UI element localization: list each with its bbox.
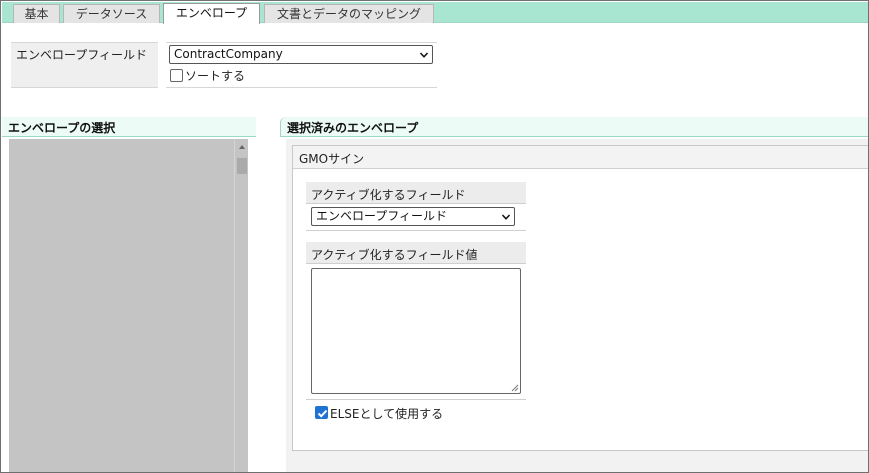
checkmark-icon bbox=[317, 409, 328, 418]
scrollbar-thumb[interactable] bbox=[237, 158, 247, 174]
envelope-selection-header: エンベロープの選択 bbox=[2, 117, 256, 137]
divider bbox=[306, 399, 526, 400]
use-as-else-label: ELSEとして使用する bbox=[330, 407, 444, 421]
selected-envelopes-header: 選択済みのエンベロープ bbox=[280, 117, 868, 137]
scroll-up-arrow-icon[interactable] bbox=[237, 142, 247, 152]
envelope-settings-window: 基本 データソース エンベロープ 文書とデータのマッピング エンベロープフィール… bbox=[0, 0, 869, 473]
tab-strip: 基本 データソース エンベロープ 文書とデータのマッピング bbox=[2, 2, 868, 24]
sort-checkbox[interactable] bbox=[170, 69, 183, 82]
envelope-field-select[interactable]: ContractCompany bbox=[169, 45, 433, 64]
tab-envelope[interactable]: エンベロープ bbox=[163, 3, 260, 24]
resize-handle-icon[interactable] bbox=[511, 384, 519, 392]
envelope-field-row: エンベロープフィールド ContractCompany ソートする bbox=[11, 42, 437, 88]
chevron-down-icon bbox=[502, 214, 510, 220]
list-scrollbar[interactable] bbox=[234, 139, 248, 472]
envelope-field-value-cell: ContractCompany ソートする bbox=[166, 42, 437, 88]
activate-field-selected-value: エンベロープフィールド bbox=[316, 209, 448, 223]
tab-datasource[interactable]: データソース bbox=[63, 4, 160, 23]
activate-field-select[interactable]: エンベロープフィールド bbox=[311, 207, 515, 226]
activate-field-label: アクティブ化するフィールド bbox=[306, 182, 526, 204]
envelope-field-label: エンベロープフィールド bbox=[11, 42, 158, 88]
use-as-else-checkbox[interactable] bbox=[315, 406, 328, 419]
activate-value-textarea[interactable] bbox=[311, 268, 521, 394]
divider bbox=[306, 230, 526, 231]
sort-label: ソートする bbox=[185, 69, 246, 83]
envelope-name: GMOサイン bbox=[293, 146, 868, 169]
envelope-field-selected-value: ContractCompany bbox=[174, 47, 283, 61]
tab-basic[interactable]: 基本 bbox=[13, 4, 60, 23]
activate-value-label: アクティブ化するフィールド値 bbox=[306, 242, 526, 264]
chevron-down-icon bbox=[420, 52, 428, 58]
tab-document-data-mapping[interactable]: 文書とデータのマッピング bbox=[264, 4, 434, 23]
envelope-selection-list[interactable] bbox=[9, 139, 248, 472]
